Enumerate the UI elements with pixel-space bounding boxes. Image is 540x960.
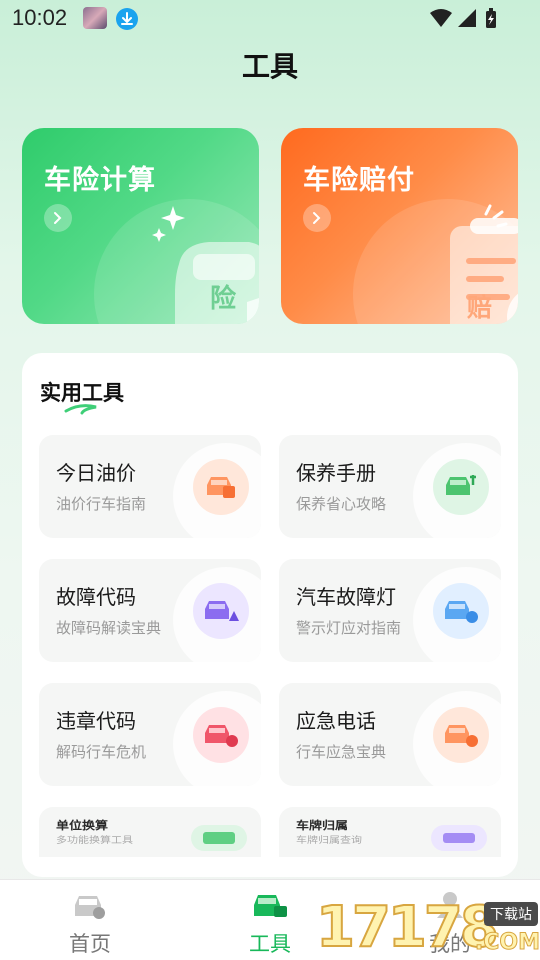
nav-tools[interactable]: 工具 [210, 880, 330, 960]
tool-subtitle: 故障码解读宝典 [56, 619, 162, 637]
status-time: 10:02 [12, 5, 68, 30]
tool-title: 违章代码 [56, 709, 136, 733]
tool-subtitle: 保养省心攻略 [296, 495, 387, 513]
tool-subtitle: 车牌归属查询 [296, 834, 362, 846]
fault-code-icon [193, 583, 249, 639]
chevron-right-icon[interactable] [303, 204, 331, 232]
nav-label: 工具 [249, 932, 291, 956]
heading-underline [64, 404, 97, 415]
insurance-claim-card[interactable]: 车险赔付 赔 [281, 128, 518, 324]
signal-battery-icons [430, 8, 496, 28]
tool-subtitle: 警示灯应对指南 [296, 619, 402, 637]
chevron-right-icon[interactable] [44, 204, 72, 232]
tool-subtitle: 多功能换算工具 [56, 834, 133, 846]
tool-unit-conversion[interactable]: 单位换算 多功能换算工具 [39, 807, 261, 857]
tool-subtitle: 油价行车指南 [56, 495, 147, 513]
tool-plate-lookup[interactable]: 车牌归属 车牌归属查询 [279, 807, 501, 857]
tool-fault-code[interactable]: 故障代码 故障码解读宝典 [39, 559, 261, 662]
tool-subtitle: 解码行车危机 [56, 743, 147, 761]
fuel-car-icon [193, 459, 249, 515]
nav-home[interactable]: 首页 [30, 880, 150, 960]
plate-lookup-icon [431, 825, 487, 851]
download-icon [116, 8, 138, 30]
tools-panel: 实用工具 今日油价 油价行车指南 保养手册 保养省心攻略 故障代码 故障码解读宝… [22, 353, 518, 877]
watermark-tag: 下载站 [484, 902, 538, 926]
notification-avatar-icon [83, 7, 107, 29]
watermark-number: 17178 [315, 895, 500, 960]
tool-maintenance-manual[interactable]: 保养手册 保养省心攻略 [279, 435, 501, 538]
nav-label: 首页 [69, 932, 111, 956]
tools-car-icon [254, 895, 287, 917]
page-title: 工具 [241, 50, 298, 83]
home-car-icon [75, 896, 105, 919]
tool-title: 故障代码 [56, 585, 136, 609]
tool-today-oil-price[interactable]: 今日油价 油价行车指南 [39, 435, 261, 538]
maintenance-car-icon [433, 459, 489, 515]
site-watermark: 17178 下载站 .COM [315, 895, 540, 960]
unit-convert-icon [191, 825, 247, 851]
tool-title: 车牌归属 [296, 819, 349, 833]
warning-light-icon [433, 583, 489, 639]
tool-subtitle: 行车应急宝典 [296, 743, 387, 761]
claim-badge-text: 赔 [467, 293, 493, 322]
tool-title: 单位换算 [56, 819, 109, 833]
tool-emergency-phone[interactable]: 应急电话 行车应急宝典 [279, 683, 501, 786]
shield-badge-text: 险 [210, 284, 237, 314]
tool-title: 应急电话 [296, 709, 376, 733]
emergency-phone-icon [433, 707, 489, 763]
status-bar: 10:02 [0, 0, 540, 38]
tool-title: 汽车故障灯 [296, 585, 396, 609]
insurance-calculator-card[interactable]: 车险计算 险 [22, 128, 259, 324]
tool-warning-light[interactable]: 汽车故障灯 警示灯应对指南 [279, 559, 501, 662]
violation-icon [193, 707, 249, 763]
tool-title: 今日油价 [56, 461, 136, 485]
tool-title: 保养手册 [296, 461, 376, 485]
watermark-suffix: .COM [474, 930, 540, 956]
tool-violation-code[interactable]: 违章代码 解码行车危机 [39, 683, 261, 786]
